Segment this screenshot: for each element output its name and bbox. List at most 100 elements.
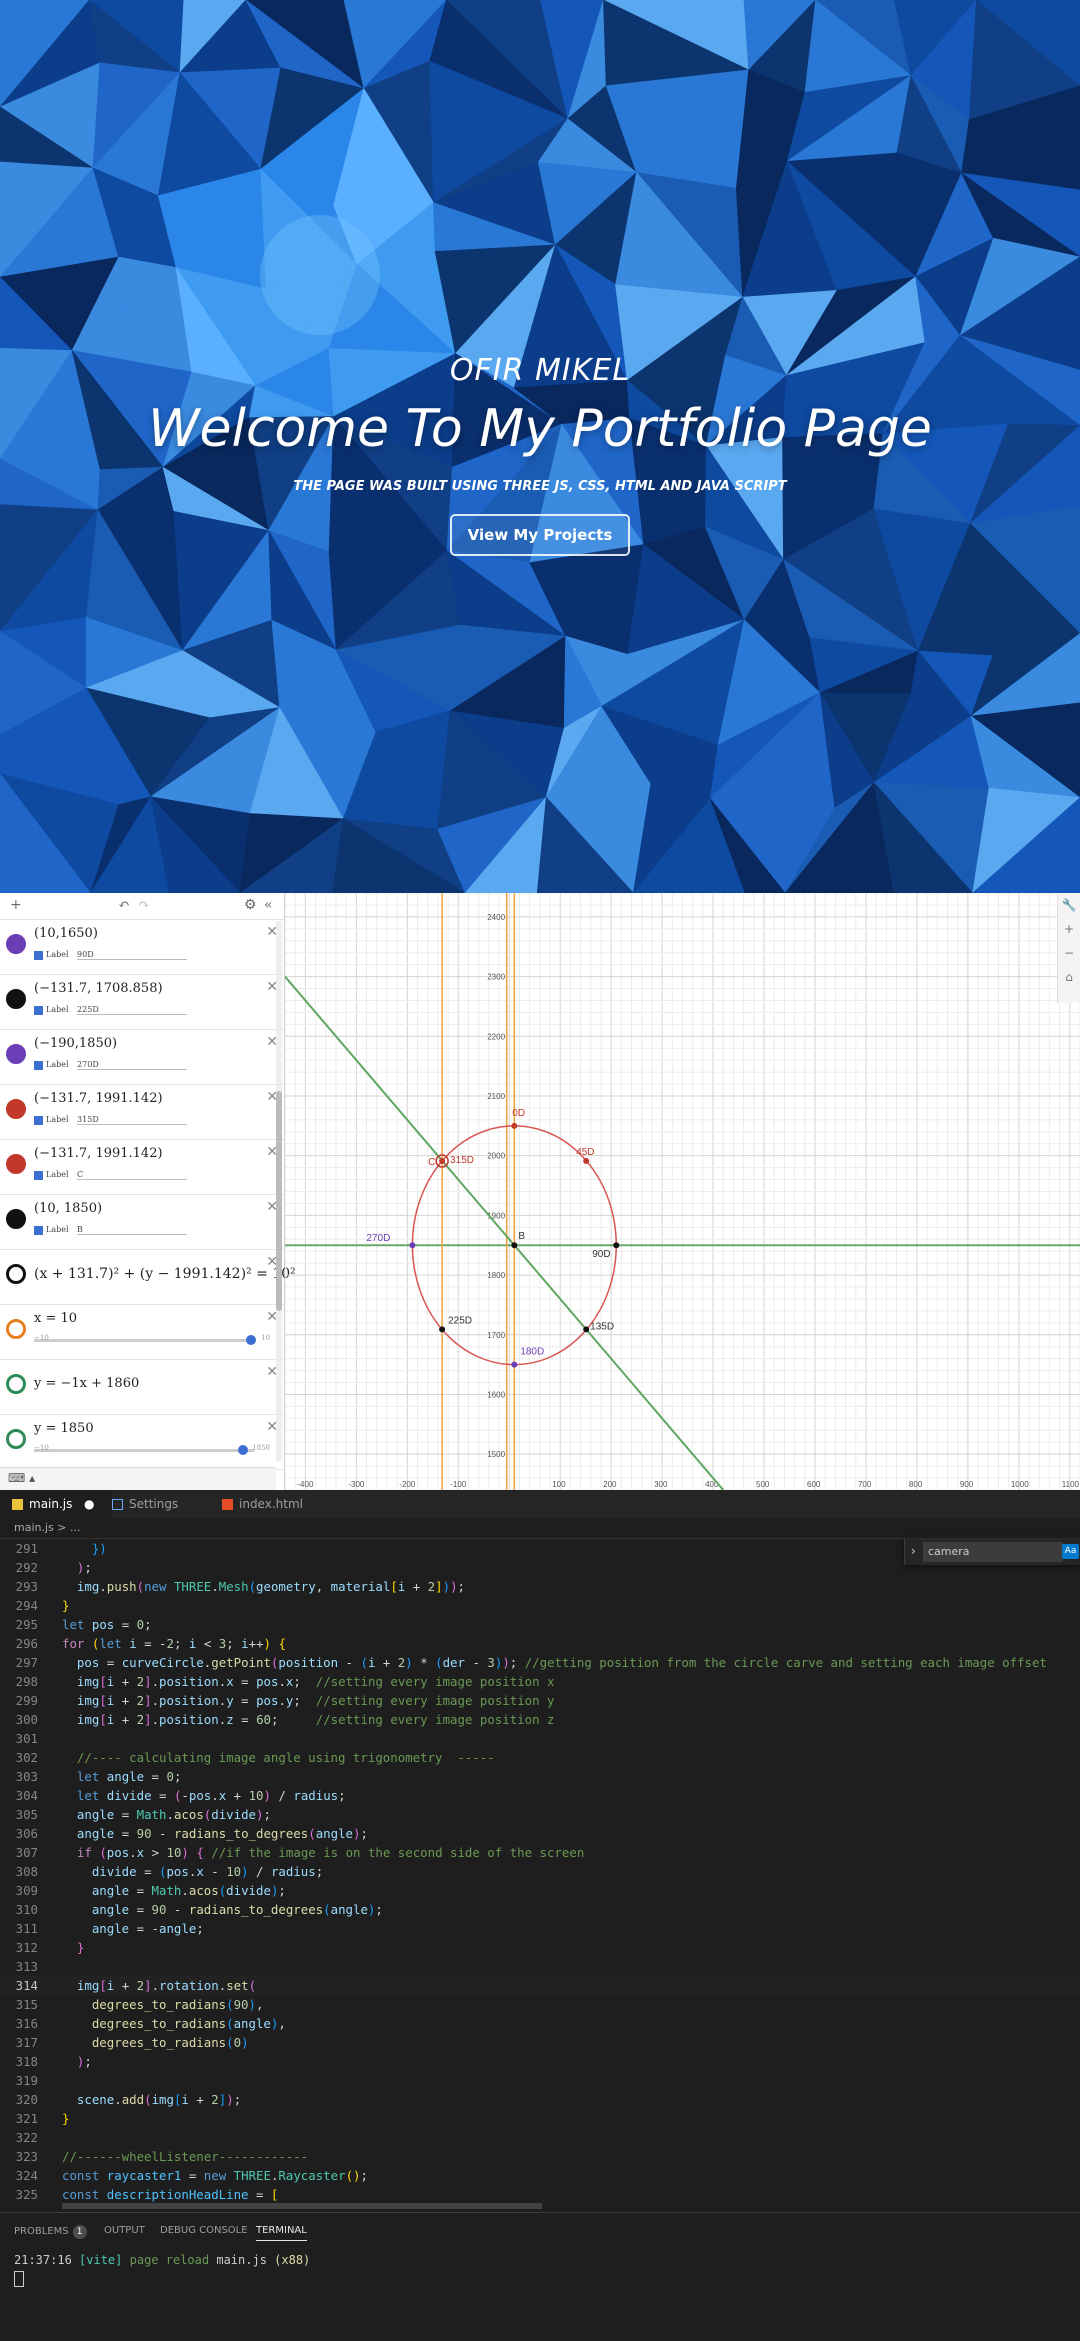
slider-icon[interactable] [6, 1429, 26, 1449]
algebra-item-point[interactable]: (−131.7, 1991.142)Label C✕ [0, 1140, 284, 1195]
scroll-thumb[interactable] [276, 1091, 282, 1311]
keyboard-icon[interactable]: ⌨ ▴ [8, 1471, 35, 1485]
find-input[interactable]: camera [923, 1542, 1063, 1562]
add-icon[interactable]: + [10, 897, 22, 913]
tab-output[interactable]: OUTPUT [104, 2225, 145, 2236]
tab-main-js[interactable]: main.js ● [0, 1490, 112, 1518]
visibility-dot-icon[interactable] [6, 1154, 26, 1174]
code-line[interactable]: 296for (let i = -2; i < 3; i++) { [0, 1634, 1080, 1653]
code-line[interactable]: 300 img[i + 2].position.z = 60; //settin… [0, 1710, 1080, 1729]
graph-canvas[interactable]: 2400230022002100200019001800170016001500… [285, 893, 1080, 1490]
curve-icon[interactable] [6, 1264, 26, 1284]
point-expression[interactable]: (10,1650) [34, 926, 98, 941]
visibility-dot-icon[interactable] [6, 1099, 26, 1119]
code-text[interactable]: } [62, 2109, 69, 2128]
algebra-item-point[interactable]: (10, 1850)Label B✕ [0, 1195, 284, 1250]
visibility-dot-icon[interactable] [6, 1209, 26, 1229]
code-text[interactable]: if (pos.x > 10) { //if the image is on t… [62, 1843, 584, 1862]
code-text[interactable]: scene.add(img[i + 2]); [62, 2090, 241, 2109]
visibility-dot-icon[interactable] [6, 1044, 26, 1064]
code-area[interactable]: 291 })292 );293 img.push(new THREE.Mesh(… [0, 1539, 1080, 2207]
chevron-right-icon[interactable]: › [911, 1544, 916, 1558]
value-slider[interactable]: −1010 [34, 1339, 254, 1342]
code-text[interactable]: angle = -angle; [62, 1919, 204, 1938]
slider-expression[interactable]: y = 1850 [34, 1421, 94, 1436]
label-value[interactable]: C [77, 1170, 187, 1180]
slider-knob[interactable] [246, 1335, 256, 1345]
code-text[interactable]: }) [62, 1539, 107, 1558]
home-icon[interactable]: ⌂ [1058, 965, 1080, 989]
code-line[interactable]: 322 [0, 2128, 1080, 2147]
code-text[interactable]: divide = (pos.x - 10) / radius; [62, 1862, 323, 1881]
value-slider[interactable]: −101850 [34, 1449, 254, 1452]
settings-icon[interactable]: 🔧 [1058, 893, 1080, 917]
code-text[interactable]: degrees_to_radians(angle), [62, 2014, 286, 2033]
code-text[interactable]: } [62, 1938, 84, 1957]
algebra-item-point[interactable]: (−190,1850)Label 270D✕ [0, 1030, 284, 1085]
code-text[interactable]: degrees_to_radians(0) [62, 2033, 249, 2052]
code-line[interactable]: 321} [0, 2109, 1080, 2128]
code-line[interactable]: 295let pos = 0; [0, 1615, 1080, 1634]
label-value[interactable]: 270D [77, 1060, 187, 1070]
code-text[interactable]: angle = Math.acos(divide); [62, 1805, 271, 1824]
code-line[interactable]: 306 angle = 90 - radians_to_degrees(angl… [0, 1824, 1080, 1843]
code-line[interactable]: 313 [0, 1957, 1080, 1976]
code-text[interactable]: img[i + 2].position.z = 60; //setting ev… [62, 1710, 554, 1729]
label-checkbox[interactable] [34, 951, 43, 960]
code-line[interactable]: 311 angle = -angle; [0, 1919, 1080, 1938]
point-expression[interactable]: (10, 1850) [34, 1201, 102, 1216]
code-line[interactable]: 303 let angle = 0; [0, 1767, 1080, 1786]
match-case-toggle[interactable]: Aa [1062, 1544, 1079, 1559]
point-expression[interactable]: (−131.7, 1991.142) [34, 1091, 163, 1106]
breadcrumb[interactable]: main.js > ... [0, 1518, 1080, 1539]
label-value[interactable]: 90D [77, 950, 187, 960]
code-line[interactable]: 304 let divide = (-pos.x + 10) / radius; [0, 1786, 1080, 1805]
label-checkbox[interactable] [34, 1006, 43, 1015]
code-line[interactable]: 310 angle = 90 - radians_to_degrees(angl… [0, 1900, 1080, 1919]
code-text[interactable]: ); [62, 1558, 92, 1577]
code-text[interactable]: for (let i = -2; i < 3; i++) { [62, 1634, 286, 1653]
algebra-item-point[interactable]: (10,1650)Label 90D✕ [0, 920, 284, 975]
unsaved-dot-icon[interactable]: ● [84, 1490, 94, 1518]
label-value[interactable]: 225D [77, 1005, 187, 1015]
terminal-output[interactable]: 21:37:16 [vite] page reload main.js (x88… [14, 2251, 310, 2287]
code-text[interactable]: //---- calculating image angle using tri… [62, 1748, 495, 1767]
label-value[interactable]: B [77, 1225, 187, 1235]
code-line[interactable]: 302 //---- calculating image angle using… [0, 1748, 1080, 1767]
code-line[interactable]: 316 degrees_to_radians(angle), [0, 2014, 1080, 2033]
label-checkbox[interactable] [34, 1171, 43, 1180]
algebra-item-circle[interactable]: (x + 131.7)² + (y − 1991.142)² = 10²✕ [0, 1250, 284, 1305]
circle-equation[interactable]: (x + 131.7)² + (y − 1991.142)² = 10² [34, 1266, 296, 1282]
slider-expression[interactable]: x = 10 [34, 1311, 77, 1326]
view-projects-button[interactable]: View My Projects [450, 514, 631, 556]
label-checkbox[interactable] [34, 1116, 43, 1125]
code-text[interactable]: pos = curveCircle.getPoint(position - (i… [62, 1653, 1047, 1672]
code-line[interactable]: 314 img[i + 2].rotation.set( [0, 1976, 1080, 1995]
point-expression[interactable]: (−190,1850) [34, 1036, 117, 1051]
code-text[interactable]: angle = 90 - radians_to_degrees(angle); [62, 1900, 383, 1919]
code-line[interactable]: 312 } [0, 1938, 1080, 1957]
undo-icon[interactable]: ↶ [118, 897, 130, 913]
code-line[interactable]: 308 divide = (pos.x - 10) / radius; [0, 1862, 1080, 1881]
code-line[interactable]: 294} [0, 1596, 1080, 1615]
code-text[interactable]: img[i + 2].rotation.set( [62, 1976, 256, 1995]
point-expression[interactable]: (−131.7, 1708.858) [34, 981, 163, 996]
code-line[interactable]: 324const raycaster1 = new THREE.Raycaste… [0, 2166, 1080, 2185]
code-text[interactable]: img.push(new THREE.Mesh(geometry, materi… [62, 1577, 465, 1596]
graphics-view[interactable]: 2400230022002100200019001800170016001500… [285, 893, 1080, 1490]
code-line[interactable]: 315 degrees_to_radians(90), [0, 1995, 1080, 2014]
code-line[interactable]: 298 img[i + 2].position.x = pos.x; //set… [0, 1672, 1080, 1691]
code-text[interactable]: let pos = 0; [62, 1615, 152, 1634]
slider-knob[interactable] [238, 1445, 248, 1455]
algebra-item-point[interactable]: (−131.7, 1708.858)Label 225D✕ [0, 975, 284, 1030]
tab-settings[interactable]: Settings [100, 1490, 222, 1518]
code-text[interactable]: let angle = 0; [62, 1767, 181, 1786]
code-line[interactable]: 323//------wheelListener------------ [0, 2147, 1080, 2166]
code-text[interactable]: const descriptionHeadLine = [ [62, 2185, 278, 2204]
gear-icon[interactable]: ⚙ [244, 897, 257, 913]
line-equation[interactable]: y = −1x + 1860 [34, 1376, 139, 1391]
visibility-dot-icon[interactable] [6, 989, 26, 1009]
code-line[interactable]: 307 if (pos.x > 10) { //if the image is … [0, 1843, 1080, 1862]
algebra-item-point[interactable]: (−131.7, 1991.142)Label 315D✕ [0, 1085, 284, 1140]
horizontal-scrollbar[interactable] [62, 2203, 542, 2209]
